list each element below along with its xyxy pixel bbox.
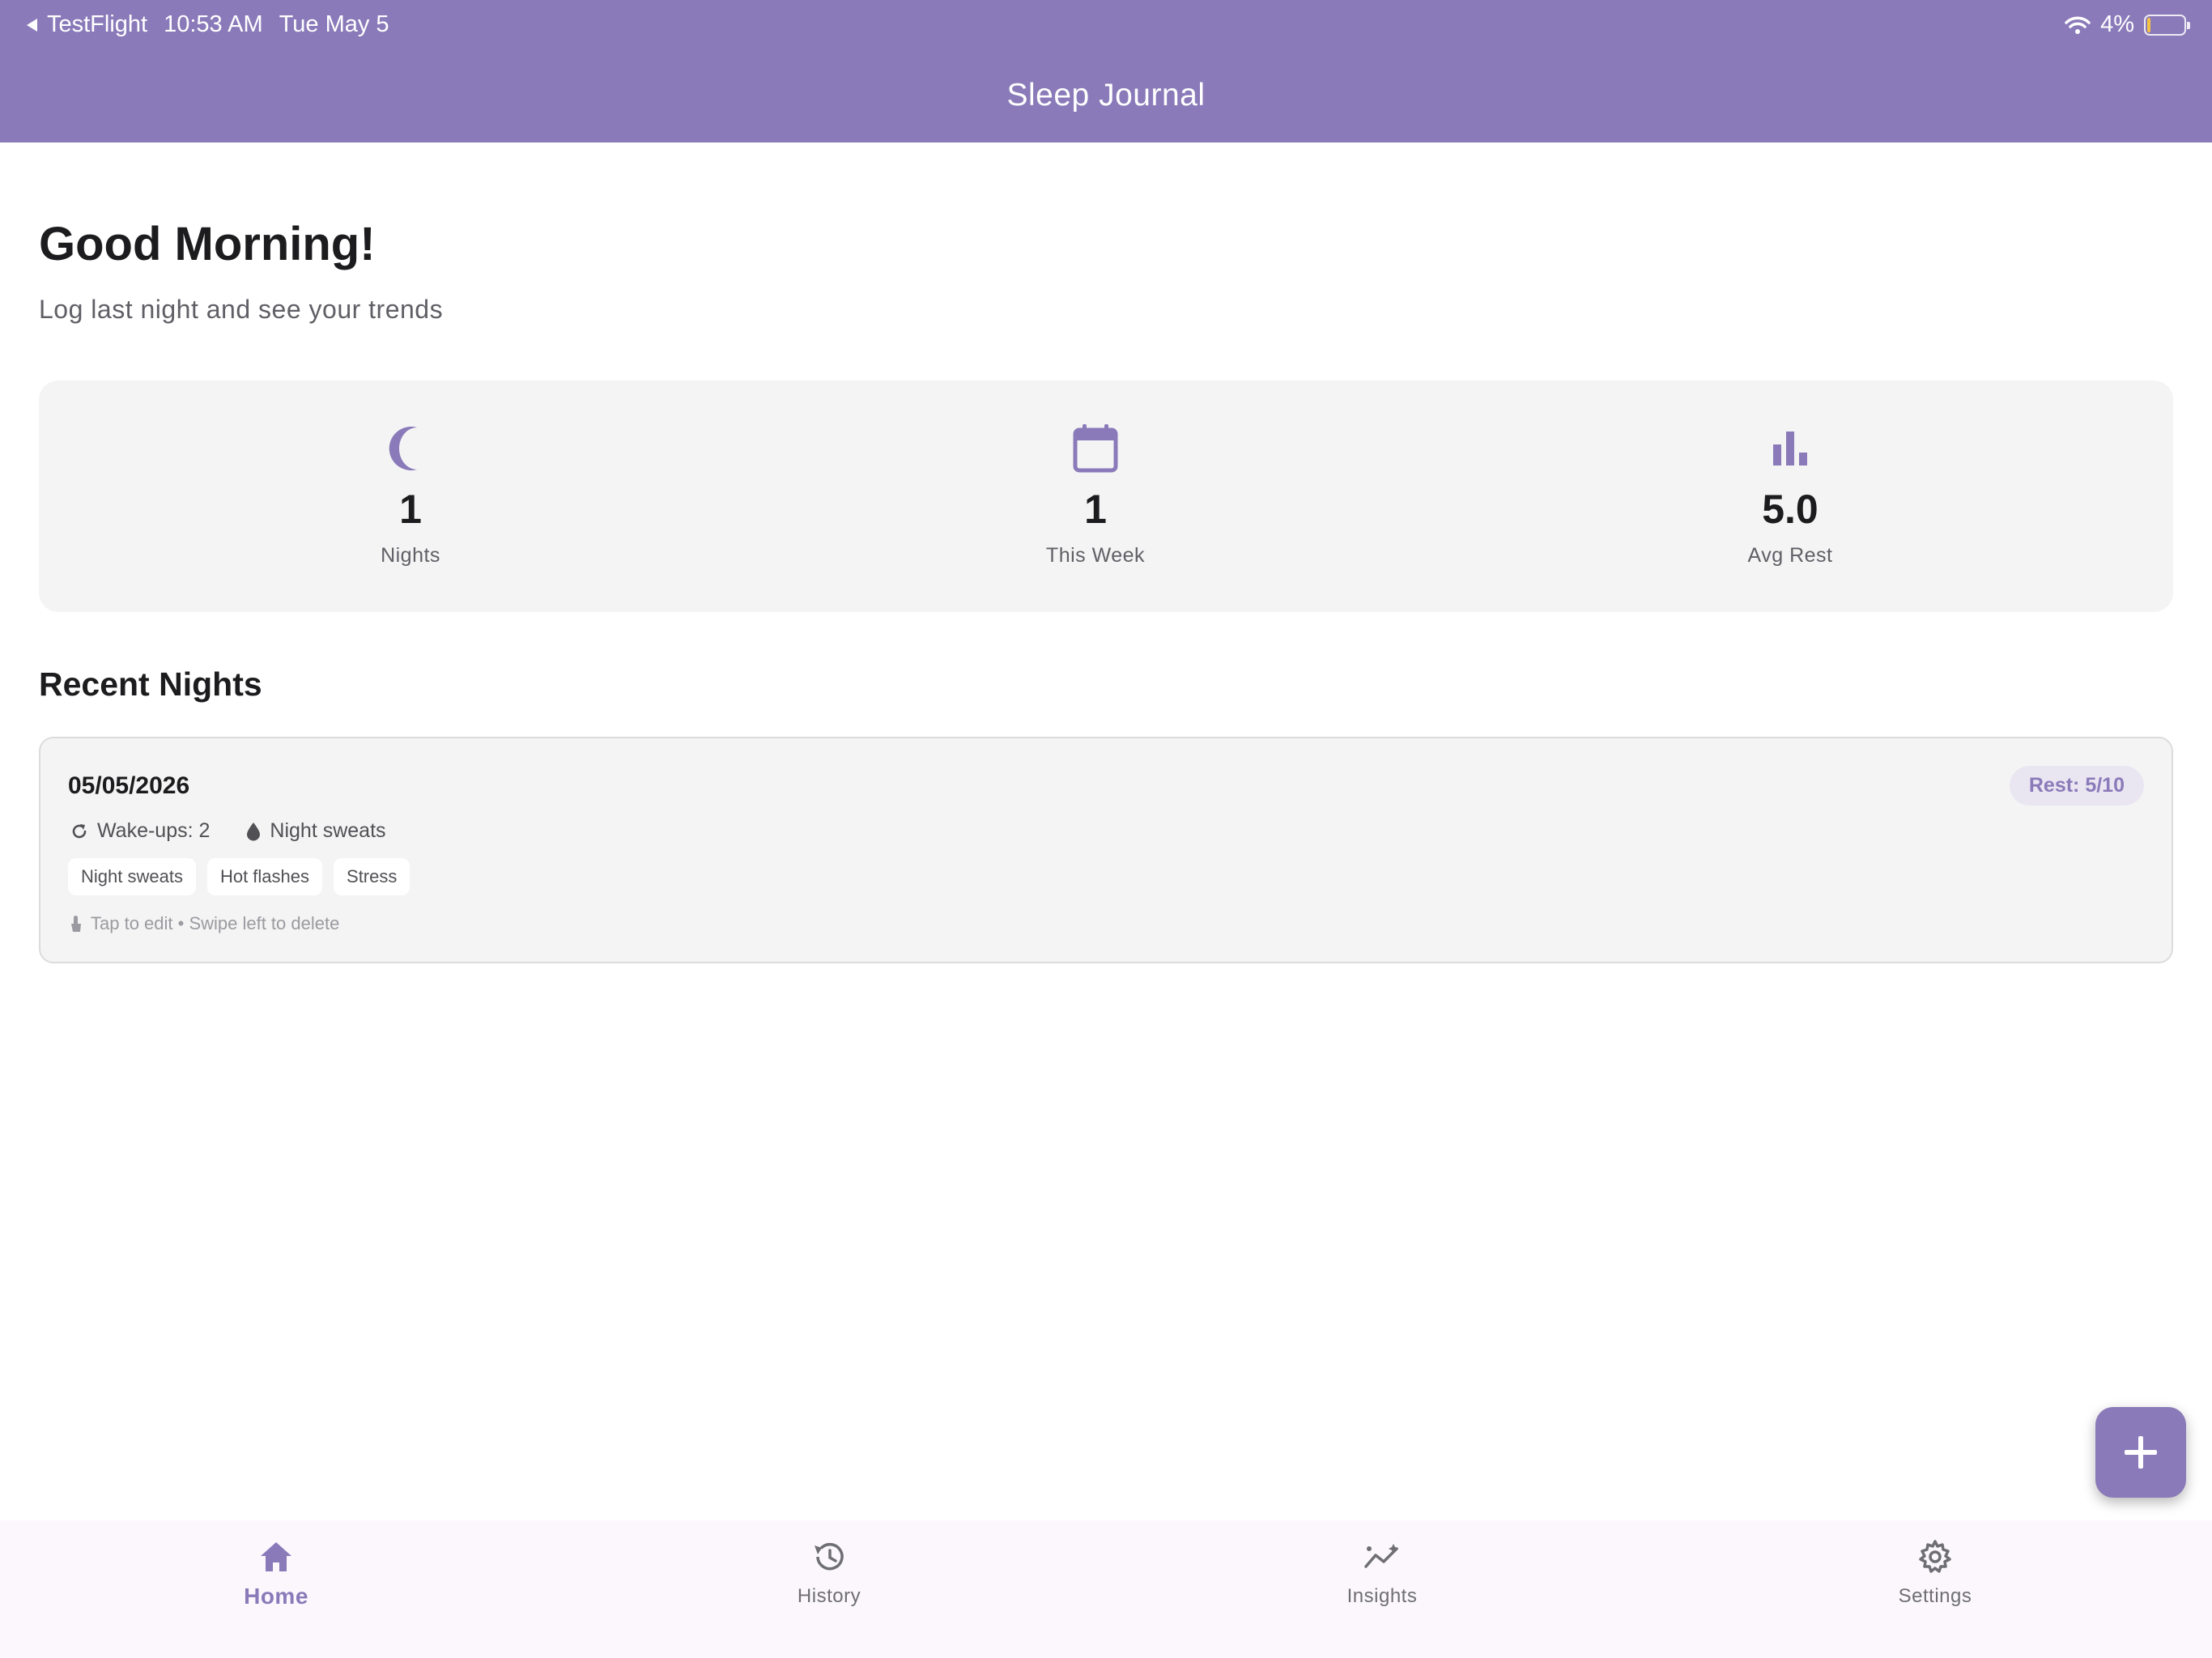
top-bar: TestFlight 10:53 AM Tue May 5 4% Sleep J… [0, 0, 2212, 142]
stats-card: 1 Nights 1 This Week 5.0 Avg Rest [39, 380, 2173, 612]
tab-settings[interactable]: Settings [1838, 1537, 2032, 1608]
app-title: Sleep Journal [1006, 78, 1206, 113]
stat-label: Nights [381, 544, 440, 567]
stat-nights: 1 Nights [249, 423, 572, 568]
stat-value: 1 [399, 487, 422, 532]
rest-badge: Rest: 5/10 [2009, 766, 2144, 806]
back-app-label: TestFlight [47, 11, 148, 37]
tag-chip: Night sweats [68, 858, 196, 895]
bar-chart-icon [1773, 432, 1807, 466]
stat-value: 5.0 [1762, 487, 1819, 532]
wifi-icon [2065, 16, 2091, 34]
calendar-icon [1073, 424, 1118, 473]
tab-home[interactable]: Home [179, 1537, 373, 1609]
tab-label: Settings [1898, 1585, 1972, 1607]
back-arrow-icon [27, 18, 37, 32]
insights-icon [1364, 1544, 1398, 1568]
refresh-icon [72, 823, 87, 838]
moon-icon [389, 427, 417, 470]
tab-insights[interactable]: Insights [1285, 1537, 1479, 1608]
battery-icon [2144, 14, 2190, 36]
recent-nights-heading: Recent Nights [39, 665, 262, 703]
history-icon [815, 1542, 844, 1571]
status-date: Tue May 5 [279, 11, 389, 37]
night-sweats-indicator: Night sweats [270, 819, 386, 842]
greeting-title: Good Morning! [39, 218, 376, 270]
status-bar-right: 4% [2065, 11, 2190, 38]
plus-icon [2125, 1436, 2157, 1469]
status-bar-left: TestFlight 10:53 AM Tue May 5 [24, 11, 389, 38]
back-to-app-button[interactable]: TestFlight [24, 11, 147, 38]
water-drop-icon [247, 822, 261, 840]
tab-label: History [797, 1585, 861, 1607]
touch-icon [71, 916, 81, 932]
night-date: 05/05/2026 [68, 772, 190, 799]
edit-hint: Tap to edit • Swipe left to delete [70, 913, 339, 934]
night-meta: Wake-ups: 2 Night sweats [70, 819, 386, 843]
tag-chip: Hot flashes [206, 858, 323, 895]
home-icon [261, 1542, 291, 1571]
greeting-subtitle: Log last night and see your trends [39, 295, 444, 324]
tab-label: Home [244, 1584, 308, 1609]
tag-chip: Stress [334, 858, 410, 895]
stat-label: Avg Rest [1747, 544, 1833, 567]
edit-hint-text: Tap to edit • Swipe left to delete [91, 913, 340, 933]
night-entry-card[interactable]: 05/05/2026 Rest: 5/10 Wake-ups: 2 Night … [39, 737, 2173, 963]
stat-label: This Week [1045, 544, 1146, 567]
tab-label: Insights [1346, 1585, 1418, 1607]
gear-icon [1919, 1540, 1951, 1573]
stat-avg-rest: 5.0 Avg Rest [1628, 423, 1952, 568]
status-time: 10:53 AM [164, 11, 263, 37]
wakeups-count: Wake-ups: 2 [97, 819, 211, 842]
tab-history[interactable]: History [732, 1537, 926, 1608]
stat-value: 1 [1084, 487, 1107, 532]
battery-percent: 4% [2100, 11, 2134, 37]
bottom-tab-bar: Home History Insights Settings [0, 1520, 2212, 1658]
add-entry-button[interactable] [2095, 1407, 2186, 1498]
symptom-tags: Night sweats Hot flashes Stress [68, 858, 410, 895]
stat-this-week: 1 This Week [934, 423, 1257, 568]
